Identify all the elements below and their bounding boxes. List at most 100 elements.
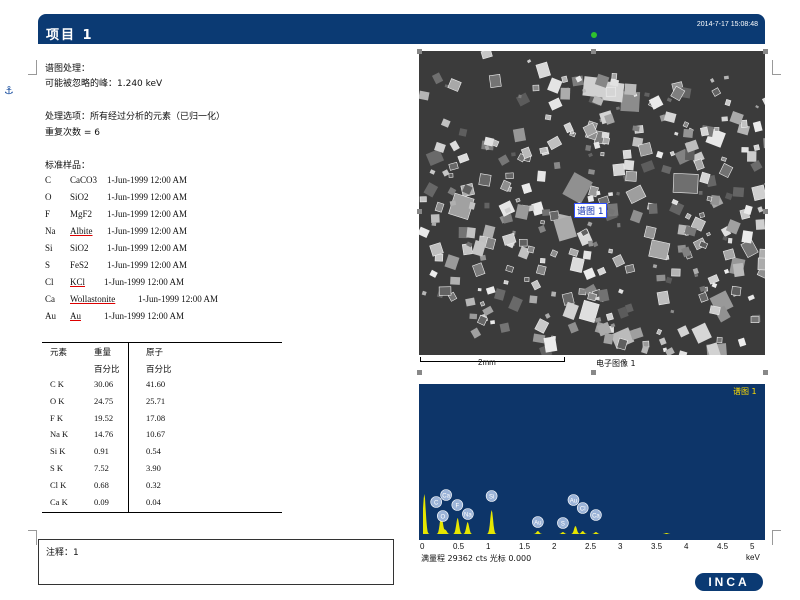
crystal-particle: [624, 83, 637, 96]
crystal-particle: [466, 227, 476, 239]
spectrum-graphic: COCaFNaSiAu SAuClCa: [423, 489, 753, 534]
crystal-particle: [544, 114, 552, 121]
crystal-particle: [612, 163, 626, 177]
crystal-particle: [511, 152, 516, 157]
spectrum-marker-label[interactable]: 谱图 1: [574, 203, 607, 218]
crystal-particle: [524, 277, 530, 282]
corner-mark: [772, 60, 781, 75]
col-header-weight: 重量: [94, 348, 112, 358]
crystal-particle: [757, 257, 765, 271]
standard-el: Si: [45, 243, 53, 253]
standard-date: 1-Jun-1999 12:00 AM: [107, 209, 188, 219]
crystal-particle: [730, 285, 742, 297]
crystal-particle: [716, 336, 723, 344]
crystal-particle: [458, 128, 468, 137]
crystal-particle: [603, 333, 614, 345]
resize-handle[interactable]: [763, 49, 768, 54]
crystal-particle: [512, 127, 527, 143]
standard-date: 1-Jun-1999 12:00 AM: [107, 260, 188, 270]
crystal-particle: [478, 173, 492, 187]
note-box[interactable]: [38, 539, 394, 585]
table-cell-el: Cl K: [50, 479, 67, 490]
peak-label: Si: [489, 495, 494, 501]
corner-mark: [772, 530, 781, 545]
crystal-particle: [518, 238, 528, 247]
standard-date: 1-Jun-1999 12:00 AM: [107, 226, 188, 236]
crystal-particle: [549, 210, 560, 222]
crystal-particle: [488, 74, 502, 88]
standard-std: SiO2: [70, 192, 89, 202]
crystal-particle: [431, 222, 437, 226]
crystal-particle: [721, 116, 728, 122]
corner-mark: [28, 530, 37, 545]
crystal-particle: [561, 75, 568, 83]
table-cell-at: 3.90: [146, 463, 161, 473]
crystal-particle: [656, 290, 670, 306]
crystal-particle: [608, 248, 614, 254]
table-cell-el: O K: [50, 395, 65, 406]
image-caption: 电子图像 1: [596, 359, 636, 368]
crystal-particle: [698, 190, 703, 195]
axis-tick-label: 1: [486, 542, 491, 551]
info-line-1: 谱图处理：: [45, 64, 91, 74]
crystal-particle: [419, 196, 427, 203]
info-line-2: 可能被忽略的峰：1.240 keV: [45, 79, 163, 89]
resize-handle[interactable]: [417, 209, 422, 214]
table-cell-wt: 0.91: [94, 446, 109, 457]
crystal-particle: [755, 219, 765, 230]
crystal-particle: [723, 75, 729, 80]
crystal-particle: [741, 147, 749, 153]
axis-tick-label: 2.5: [585, 542, 597, 551]
table-cell-wt: 0.68: [94, 479, 109, 490]
crystal-particle: [753, 144, 760, 151]
spectrum-chart[interactable]: C O Ca F Na Si Au S Au Cl Ca: [419, 384, 765, 540]
resize-handle[interactable]: [591, 370, 596, 375]
standard-std: Wollastonite: [70, 294, 116, 304]
table-cell-wt: 0.09: [94, 496, 109, 507]
table-cell-wt: 7.52: [94, 463, 109, 473]
crystal-particle: [529, 295, 538, 304]
standard-std: SiO2: [70, 243, 89, 253]
crystal-particle: [727, 237, 733, 244]
standard-std: KCl: [70, 277, 86, 287]
crystal-particle: [477, 288, 482, 292]
axis-tick-label: 4: [684, 542, 689, 551]
resize-handle[interactable]: [591, 49, 596, 54]
table-cell-at: 0.32: [146, 479, 161, 490]
resize-handle[interactable]: [763, 370, 768, 375]
crystal-particle: [616, 191, 620, 196]
crystal-particle: [608, 192, 614, 197]
crystal-particle: [582, 250, 592, 260]
resize-handle[interactable]: [763, 209, 768, 214]
resize-handle[interactable]: [417, 370, 422, 375]
crystal-particle: [540, 219, 546, 225]
crystal-particle: [741, 230, 754, 244]
axis-tick-label: 4.5: [717, 542, 729, 551]
standard-el: Na: [45, 226, 56, 236]
table-cell-wt: 30.06: [94, 379, 114, 389]
col-subheader-weight: 百分比: [94, 365, 120, 375]
table-cell-at: 25.71: [146, 395, 166, 406]
corner-mark: [28, 60, 37, 75]
spectrum-footer: 满量程 29362 cts 光标 0.000: [421, 554, 532, 563]
crystal-particle: [709, 305, 721, 316]
standard-std: FeS2: [70, 260, 89, 270]
peak-label: F: [455, 504, 459, 510]
standard-std: Au: [70, 311, 81, 321]
crystal-particle: [587, 240, 594, 247]
peak-label: Ca: [592, 514, 600, 520]
crystal-particle: [623, 159, 635, 171]
peak-label: C: [434, 501, 439, 507]
project-title: 项目 1: [46, 28, 94, 43]
crystal-particle: [458, 227, 468, 239]
crystal-particle: [553, 161, 561, 170]
resize-handle[interactable]: [417, 49, 422, 54]
crystal-particle: [535, 264, 547, 276]
report-date: 2014-7-17 15:08:48: [696, 21, 758, 28]
axis-tick-label: 0.5: [453, 542, 465, 551]
crystal-particle: [518, 94, 522, 99]
crystal-particle: [648, 239, 671, 261]
rotate-handle[interactable]: [591, 32, 597, 38]
standard-el: S: [45, 260, 51, 270]
crystal-particle: [490, 320, 496, 325]
